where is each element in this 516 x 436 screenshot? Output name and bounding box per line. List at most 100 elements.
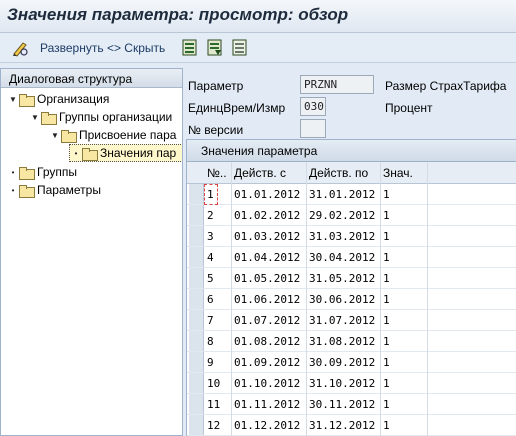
tree-bullet-icon: • <box>11 167 15 177</box>
folder-icon <box>61 129 77 143</box>
value-cell: 1 <box>383 335 390 348</box>
table-caption: Значения параметра <box>187 140 516 162</box>
valid-to-cell: 30.06.2012 <box>309 293 376 306</box>
table-row[interactable]: 12 01.12.2012 31.12.2012 1 <box>187 415 516 436</box>
toolbar: Развернуть <> Скрыть <box>0 33 516 63</box>
valid-from-cell: 01.12.2012 <box>234 419 301 432</box>
table-row[interactable]: 1 01.01.2012 31.01.2012 1 <box>187 184 516 205</box>
tree-header: Диалоговая структура <box>1 69 182 88</box>
tree-node-label: Значения пар <box>100 146 177 160</box>
tree-node-label: Организация <box>37 92 110 106</box>
tree-node-label: Группы организации <box>59 110 173 124</box>
table-row[interactable]: 5 01.05.2012 31.05.2012 1 <box>187 268 516 289</box>
display-list-icon[interactable] <box>182 39 198 57</box>
tree-node-label: Присвоение пара <box>79 128 177 142</box>
table-row[interactable]: 8 01.08.2012 31.08.2012 1 <box>187 331 516 352</box>
tree-bullet-icon: • <box>11 185 15 195</box>
value-cell: 1 <box>383 356 390 369</box>
folder-icon <box>19 166 35 180</box>
expand-collapse-button[interactable]: Развернуть <> Скрыть <box>40 41 165 55</box>
valid-to-cell: 30.04.2012 <box>309 251 376 264</box>
tree-node-organization[interactable]: ▼ Организация <box>7 90 109 108</box>
valid-from-cell: 01.01.2012 <box>234 188 301 201</box>
version-field[interactable] <box>300 119 326 138</box>
row-number-cell: 4 <box>207 251 214 264</box>
valid-to-cell: 31.10.2012 <box>309 377 376 390</box>
table-row[interactable]: 9 01.09.2012 30.09.2012 1 <box>187 352 516 373</box>
valid-to-cell: 31.03.2012 <box>309 230 376 243</box>
tree-node-param-assignment[interactable]: ▼ Присвоение пара <box>49 126 176 144</box>
value-cell: 1 <box>383 188 390 201</box>
select-list-icon[interactable] <box>207 39 223 57</box>
tree-node-parameters[interactable]: • Параметры <box>7 181 101 199</box>
valid-to-cell: 31.08.2012 <box>309 335 376 348</box>
folder-icon <box>41 111 57 125</box>
row-number-cell: 3 <box>207 230 214 243</box>
table-row[interactable]: 10 01.10.2012 31.10.2012 1 <box>187 373 516 394</box>
param-description: Размер СтрахТарифа <box>385 79 507 93</box>
tree-node-label: Группы <box>37 165 77 179</box>
valid-to-cell: 31.01.2012 <box>309 188 376 201</box>
valid-from-cell: 01.07.2012 <box>234 314 301 327</box>
folder-icon <box>19 93 35 107</box>
expand-arrow-icon[interactable]: ▼ <box>7 95 19 104</box>
row-number-cell: 5 <box>207 272 214 285</box>
valid-to-cell: 31.07.2012 <box>309 314 376 327</box>
tree-node-param-values[interactable]: • Значения пар <box>69 144 182 162</box>
valid-from-cell: 01.11.2012 <box>234 398 301 411</box>
tree-node-org-groups[interactable]: ▼ Группы организации <box>29 108 172 126</box>
expand-arrow-icon[interactable]: ▼ <box>49 131 61 140</box>
unit-description: Процент <box>385 101 433 115</box>
value-cell: 1 <box>383 272 390 285</box>
version-label: № версии <box>188 123 244 137</box>
valid-to-cell: 29.02.2012 <box>309 209 376 222</box>
value-cell: 1 <box>383 314 390 327</box>
valid-from-cell: 01.08.2012 <box>234 335 301 348</box>
column-header-valid-to[interactable]: Действ. по <box>309 166 368 180</box>
table-row[interactable]: 2 01.02.2012 29.02.2012 1 <box>187 205 516 226</box>
row-number-cell: 10 <box>207 377 221 390</box>
param-values-table: Значения параметра №.. Действ. с Действ.… <box>186 139 516 436</box>
valid-from-cell: 01.02.2012 <box>234 209 301 222</box>
row-number-cell: 6 <box>207 293 214 306</box>
value-cell: 1 <box>383 398 390 411</box>
unit-label: ЕдинцВрем/Измр <box>188 101 286 115</box>
column-header-number[interactable]: №.. <box>207 166 227 180</box>
valid-to-cell: 31.12.2012 <box>309 419 376 432</box>
valid-from-cell: 01.05.2012 <box>234 272 301 285</box>
unit-field[interactable]: 030 <box>300 97 326 116</box>
table-row[interactable]: 3 01.03.2012 31.03.2012 1 <box>187 226 516 247</box>
row-number-cell: 9 <box>207 356 214 369</box>
column-header-valid-from[interactable]: Действ. с <box>234 166 286 180</box>
param-label: Параметр <box>188 79 244 93</box>
table-header: №.. Действ. с Действ. по Знач. <box>187 162 516 184</box>
open-folder-icon <box>82 147 98 161</box>
folder-icon <box>19 184 35 198</box>
deselect-list-icon[interactable] <box>232 39 248 57</box>
row-number-cell: 8 <box>207 335 214 348</box>
tree-bullet-icon: • <box>74 148 78 158</box>
value-cell: 1 <box>383 230 390 243</box>
valid-from-cell: 01.06.2012 <box>234 293 301 306</box>
table-row[interactable]: 6 01.06.2012 30.06.2012 1 <box>187 289 516 310</box>
table-row[interactable]: 7 01.07.2012 31.07.2012 1 <box>187 310 516 331</box>
row-number-cell: 7 <box>207 314 214 327</box>
value-cell: 1 <box>383 419 390 432</box>
table-row[interactable]: 4 01.04.2012 30.04.2012 1 <box>187 247 516 268</box>
table-row[interactable]: 11 01.11.2012 30.11.2012 1 <box>187 394 516 415</box>
column-header-value[interactable]: Знач. <box>383 166 413 180</box>
valid-from-cell: 01.03.2012 <box>234 230 301 243</box>
pencil-glasses-icon[interactable] <box>11 39 29 57</box>
valid-from-cell: 01.10.2012 <box>234 377 301 390</box>
param-field[interactable]: PRZNN <box>300 75 374 94</box>
dialog-structure-panel: Диалоговая структура ▼ Организация ▼ Гру… <box>0 68 183 436</box>
tree-node-groups[interactable]: • Группы <box>7 163 77 181</box>
row-number-cell: 12 <box>207 419 221 432</box>
value-cell: 1 <box>383 293 390 306</box>
valid-to-cell: 31.05.2012 <box>309 272 376 285</box>
valid-to-cell: 30.09.2012 <box>309 356 376 369</box>
expand-arrow-icon[interactable]: ▼ <box>29 113 41 122</box>
row-number-cell: 11 <box>207 398 221 411</box>
page-title: Значения параметра: просмотр: обзор <box>7 5 349 24</box>
value-cell: 1 <box>383 209 390 222</box>
